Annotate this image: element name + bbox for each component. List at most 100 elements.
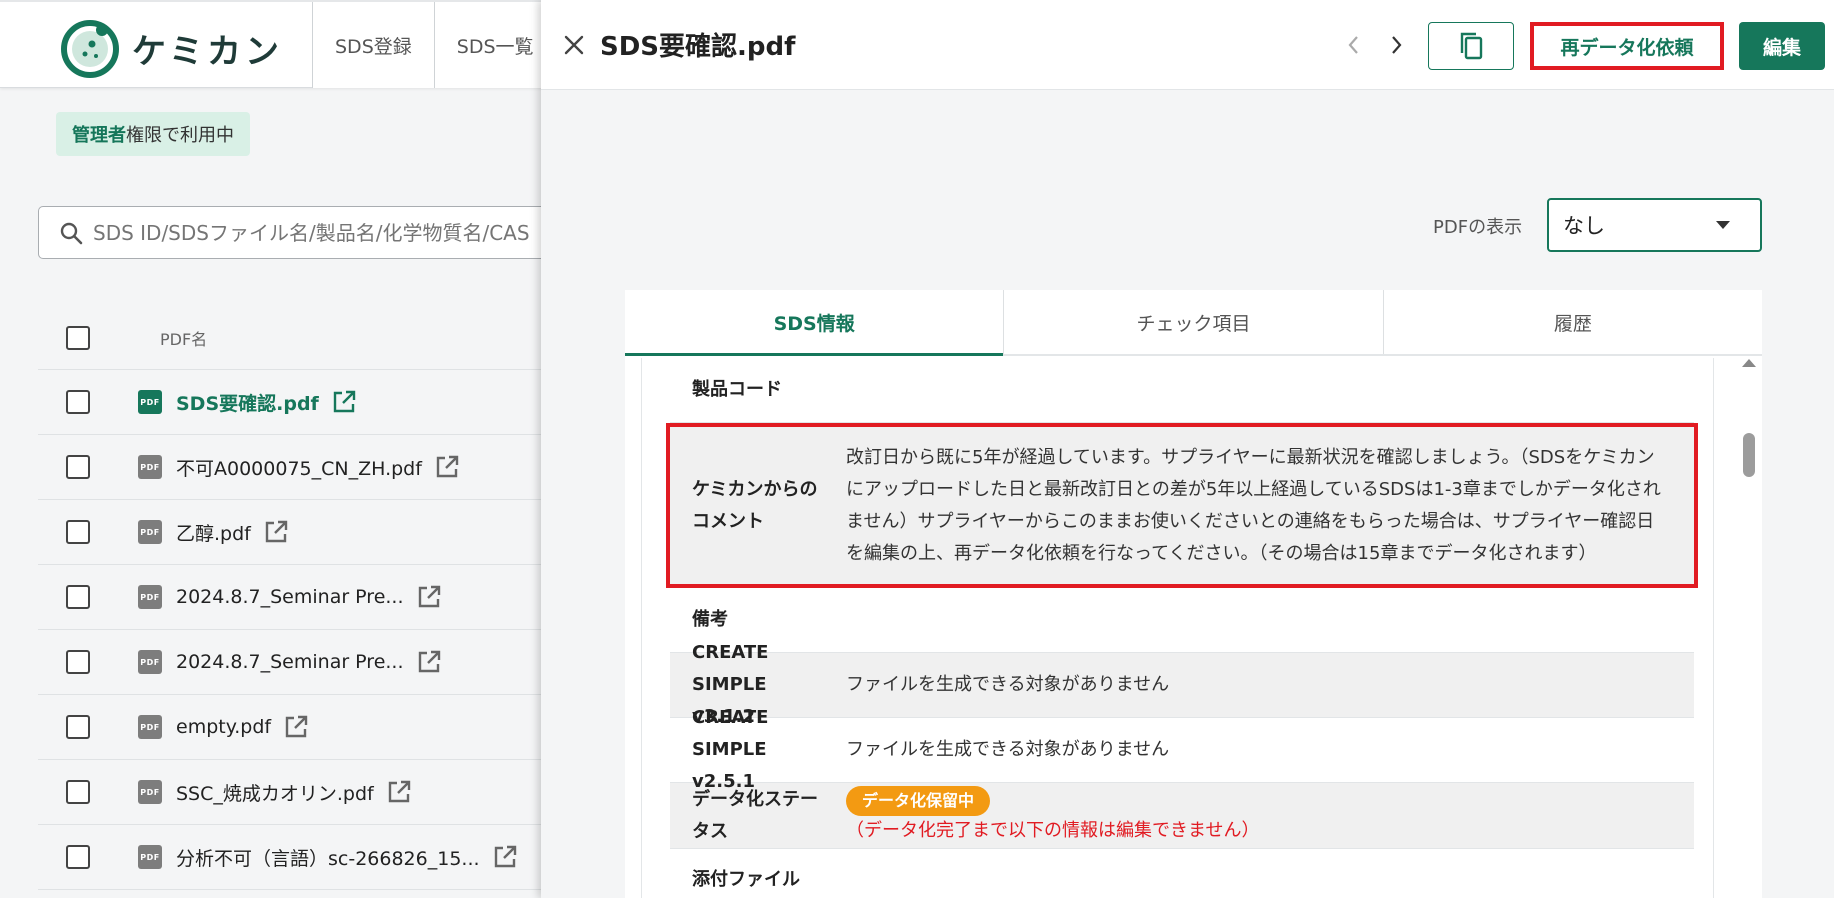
label-line: タス	[692, 820, 728, 842]
search-input[interactable]	[93, 220, 573, 245]
scroll-thumb[interactable]	[1743, 433, 1755, 477]
row-checkbox[interactable]	[66, 455, 90, 479]
pdf-file-icon: PDF	[138, 520, 162, 544]
nav-tab-sds-register[interactable]: SDS登録	[312, 2, 434, 88]
row-remarks: 備考	[670, 588, 1694, 653]
pdf-file-icon: PDF	[138, 585, 162, 609]
detail-card: SDS情報 チェック項目 履歴 製品コード ケミカンからの コメント 改訂日から…	[625, 290, 1762, 898]
tab-history[interactable]: 履歴	[1382, 290, 1762, 354]
pdf-display-select[interactable]: なし	[1547, 198, 1762, 252]
external-link-icon[interactable]	[283, 714, 309, 740]
drawer-header: SDS要確認.pdf 再データ化依頼 編集	[541, 0, 1834, 90]
file-name[interactable]: 乙醇.pdf	[176, 519, 251, 546]
status-note: （データ化完了まで以下の情報は編集できません）	[846, 819, 1260, 841]
close-button[interactable]	[559, 30, 589, 60]
file-name[interactable]: 不可A0000075_CN_ZH.pdf	[176, 454, 422, 481]
row-checkbox[interactable]	[66, 715, 90, 739]
next-button[interactable]	[1381, 30, 1411, 60]
main-nav: SDS登録 SDS一覧	[312, 2, 556, 88]
external-link-icon[interactable]	[492, 844, 518, 870]
logo-icon	[60, 18, 120, 78]
row-checkbox[interactable]	[66, 585, 90, 609]
value-create-simple-251: ファイルを生成できる対象がありません	[846, 739, 1170, 760]
app-logo[interactable]: ケミカン	[60, 17, 283, 79]
detail-scrollbar[interactable]	[1739, 356, 1757, 898]
pdf-file-icon: PDF	[138, 455, 162, 479]
row-checkbox[interactable]	[66, 390, 90, 414]
detail-tabs: SDS情報 チェック項目 履歴	[625, 290, 1762, 356]
column-header-pdf-name: PDF名	[160, 329, 208, 349]
sds-detail-drawer: SDS要確認.pdf 再データ化依頼 編集 PDFの表示 なし SDS情報 チェ…	[541, 0, 1834, 898]
external-link-icon[interactable]	[386, 779, 412, 805]
sds-info-table: 製品コード ケミカンからの コメント 改訂日から既に5年が経過しています。サプラ…	[666, 358, 1698, 898]
label-line: CREATE	[692, 707, 769, 728]
copy-button[interactable]	[1428, 22, 1514, 70]
pdf-file-icon: PDF	[138, 780, 162, 804]
scroll-up-arrow-icon[interactable]	[1742, 359, 1756, 367]
value-data-status: データ化保留中 （データ化完了まで以下の情報は編集できません）	[846, 783, 1694, 848]
role-name: 管理者	[72, 125, 126, 146]
label-chemican-comment: ケミカンからの コメント	[670, 427, 846, 584]
search-box	[38, 206, 598, 259]
label-create-simple-251: CREATE SIMPLE v2.5.1	[670, 707, 846, 792]
status-badge: データ化保留中	[846, 785, 991, 816]
row-product-code: 製品コード	[670, 358, 1694, 423]
label-data-status: データ化ステー タス	[670, 783, 846, 848]
value-attachments	[846, 849, 1694, 898]
external-link-icon[interactable]	[263, 519, 289, 545]
row-create-simple-312: CREATE SIMPLE v3.1.2 ファイルを生成できる対象がありません	[670, 642, 1694, 727]
nav-tab-sds-list[interactable]: SDS一覧	[433, 2, 556, 88]
label-line: データ化ステー	[692, 788, 818, 810]
file-name[interactable]: SSC_焼成カオリン.pdf	[176, 779, 374, 806]
chevron-left-icon	[1348, 36, 1358, 54]
dropdown-caret-icon	[1716, 221, 1730, 229]
row-checkbox[interactable]	[66, 780, 90, 804]
label-line: コメント	[692, 510, 764, 532]
file-name[interactable]: 2024.8.7_Seminar Pre...	[176, 651, 404, 673]
search-icon	[60, 222, 83, 244]
file-name[interactable]: SDS要確認.pdf	[176, 389, 319, 416]
pdf-file-icon: PDF	[138, 845, 162, 869]
label-line: CREATE	[692, 642, 769, 663]
row-checkbox[interactable]	[66, 845, 90, 869]
external-link-icon[interactable]	[331, 389, 357, 415]
tab-sds-info[interactable]: SDS情報	[625, 290, 1004, 356]
row-attachments: 添付ファイル	[670, 849, 1694, 898]
pdf-file-icon: PDF	[138, 650, 162, 674]
row-checkbox[interactable]	[66, 650, 90, 674]
label-line: ケミカンからの	[692, 478, 818, 500]
pdf-display-label: PDFの表示	[1433, 217, 1523, 238]
sds-info-panel: 製品コード ケミカンからの コメント 改訂日から既に5年が経過しています。サプラ…	[641, 358, 1714, 898]
pdf-file-icon: PDF	[138, 390, 162, 414]
row-data-status: データ化ステー タス データ化保留中 （データ化完了まで以下の情報は編集できませ…	[670, 783, 1694, 849]
copy-icon	[1460, 32, 1483, 60]
role-suffix: 権限で利用中	[126, 125, 234, 146]
previous-button[interactable]	[1339, 30, 1369, 60]
file-name[interactable]: empty.pdf	[176, 716, 271, 738]
redata-request-button[interactable]: 再データ化依頼	[1530, 22, 1724, 70]
external-link-icon[interactable]	[434, 454, 460, 480]
file-name[interactable]: 2024.8.7_Seminar Pre...	[176, 586, 404, 608]
value-create-simple-312: ファイルを生成できる対象がありません	[846, 674, 1170, 695]
pdf-display-value: なし	[1563, 214, 1605, 238]
logo-text: ケミカン	[132, 31, 283, 72]
edit-button[interactable]: 編集	[1739, 22, 1825, 70]
row-create-simple-251: CREATE SIMPLE v2.5.1 ファイルを生成できる対象がありません	[670, 707, 1694, 792]
select-all-checkbox[interactable]	[66, 325, 90, 350]
value-chemican-comment: 改訂日から既に5年が経過しています。サプライヤーに最新状況を確認しましょう。（S…	[846, 446, 1661, 564]
external-link-icon[interactable]	[416, 649, 442, 675]
external-link-icon[interactable]	[416, 584, 442, 610]
role-badge: 管理者 権限で利用中	[56, 112, 250, 156]
file-name[interactable]: 分析不可（言語）sc-266826_15...	[176, 844, 480, 871]
close-icon	[564, 35, 584, 55]
tab-check-items[interactable]: チェック項目	[1003, 290, 1382, 354]
row-checkbox[interactable]	[66, 520, 90, 544]
value-remarks	[846, 588, 1694, 652]
label-product-code: 製品コード	[692, 379, 782, 400]
drawer-title: SDS要確認.pdf	[600, 32, 796, 62]
chevron-right-icon	[1392, 36, 1402, 54]
row-chemican-comment: ケミカンからの コメント 改訂日から既に5年が経過しています。サプライヤーに最新…	[666, 423, 1698, 588]
value-product-code	[846, 358, 1694, 422]
label-attachments: 添付ファイル	[692, 868, 800, 890]
pdf-file-icon: PDF	[138, 715, 162, 739]
